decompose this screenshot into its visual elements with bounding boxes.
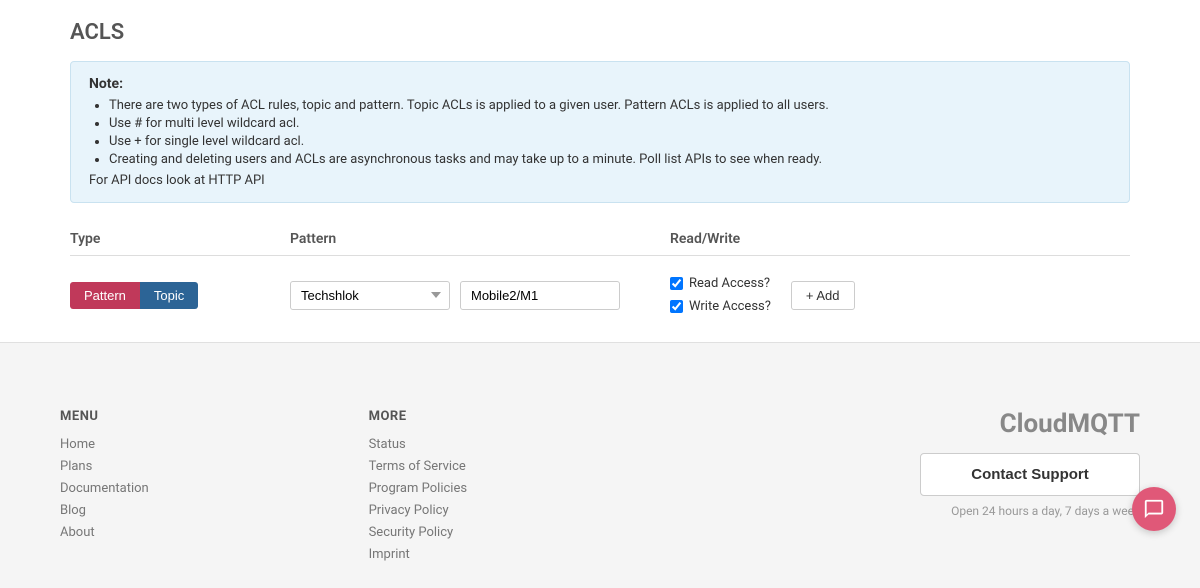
menu-item-blog: Blog <box>60 502 369 518</box>
more-link-status[interactable]: Status <box>369 437 406 452</box>
note-box: Note: There are two types of ACL rules, … <box>70 61 1130 203</box>
pattern-column: Techshlok user1 user2 <box>290 281 670 310</box>
footer: MENU Home Plans Documentation Blog About… <box>0 373 1200 588</box>
footer-more-col: MORE Status Terms of Service Program Pol… <box>369 409 678 568</box>
more-item-imprint: Imprint <box>369 546 678 562</box>
support-hours: Open 24 hours a day, 7 days a week <box>951 504 1140 518</box>
col-type-header: Type <box>70 231 290 247</box>
access-checkboxes: Read Access? Write Access? <box>670 276 771 314</box>
type-column: Pattern Topic <box>70 282 290 309</box>
footer-menu-col: MENU Home Plans Documentation Blog About <box>60 409 369 568</box>
brand-name: CloudMQTT <box>1000 409 1140 439</box>
more-item-terms: Terms of Service <box>369 458 678 474</box>
acl-row: Pattern Topic Techshlok user1 user2 Read… <box>70 268 1130 322</box>
menu-item-plans: Plans <box>60 458 369 474</box>
pattern-button[interactable]: Pattern <box>70 282 140 309</box>
add-button[interactable]: + Add <box>791 281 855 310</box>
more-link-privacy[interactable]: Privacy Policy <box>369 503 449 518</box>
menu-item-home: Home <box>60 436 369 452</box>
more-item-security: Security Policy <box>369 524 678 540</box>
type-toggle-group: Pattern Topic <box>70 282 290 309</box>
menu-heading: MENU <box>60 409 369 424</box>
write-access-text: Write Access? <box>689 299 771 314</box>
note-item-4: Creating and deleting users and ACLs are… <box>109 152 1111 167</box>
menu-link-docs[interactable]: Documentation <box>60 481 149 496</box>
more-link-security[interactable]: Security Policy <box>369 525 454 540</box>
topic-input[interactable] <box>460 281 620 310</box>
write-access-checkbox[interactable] <box>670 300 683 313</box>
contact-support-button[interactable]: Contact Support <box>920 453 1140 496</box>
read-access-checkbox[interactable] <box>670 277 683 290</box>
more-item-privacy: Privacy Policy <box>369 502 678 518</box>
menu-item-docs: Documentation <box>60 480 369 496</box>
more-list: Status Terms of Service Program Policies… <box>369 436 678 562</box>
more-heading: MORE <box>369 409 678 424</box>
note-list: There are two types of ACL rules, topic … <box>89 98 1111 167</box>
topic-button[interactable]: Topic <box>140 282 198 309</box>
footer-right-col: CloudMQTT Contact Support Open 24 hours … <box>677 409 1140 568</box>
more-item-policies: Program Policies <box>369 480 678 496</box>
note-item-1: There are two types of ACL rules, topic … <box>109 98 1111 113</box>
read-access-text: Read Access? <box>689 276 770 291</box>
user-dropdown[interactable]: Techshlok user1 user2 <box>290 281 450 310</box>
note-item-3: Use + for single level wildcard acl. <box>109 134 1111 149</box>
menu-link-home[interactable]: Home <box>60 437 95 452</box>
note-label: Note: <box>89 76 1111 92</box>
menu-link-about[interactable]: About <box>60 525 95 540</box>
more-link-terms[interactable]: Terms of Service <box>369 459 466 474</box>
write-access-label[interactable]: Write Access? <box>670 299 771 314</box>
chat-icon <box>1143 498 1165 520</box>
read-access-label[interactable]: Read Access? <box>670 276 771 291</box>
menu-item-about: About <box>60 524 369 540</box>
more-link-policies[interactable]: Program Policies <box>369 481 467 496</box>
menu-link-blog[interactable]: Blog <box>60 503 86 518</box>
menu-link-plans[interactable]: Plans <box>60 459 92 474</box>
menu-list: Home Plans Documentation Blog About <box>60 436 369 540</box>
col-pattern-header: Pattern <box>290 231 670 247</box>
more-item-status: Status <box>369 436 678 452</box>
api-docs-link: For API docs look at HTTP API <box>89 173 1111 188</box>
table-header: Type Pattern Read/Write <box>70 223 1130 256</box>
chat-bubble-button[interactable] <box>1132 487 1176 531</box>
col-readwrite-header: Read/Write <box>670 231 1130 247</box>
note-item-2: Use # for multi level wildcard acl. <box>109 116 1111 131</box>
page-title: ACLS <box>70 20 1130 45</box>
readwrite-column: Read Access? Write Access? + Add <box>670 276 1130 314</box>
